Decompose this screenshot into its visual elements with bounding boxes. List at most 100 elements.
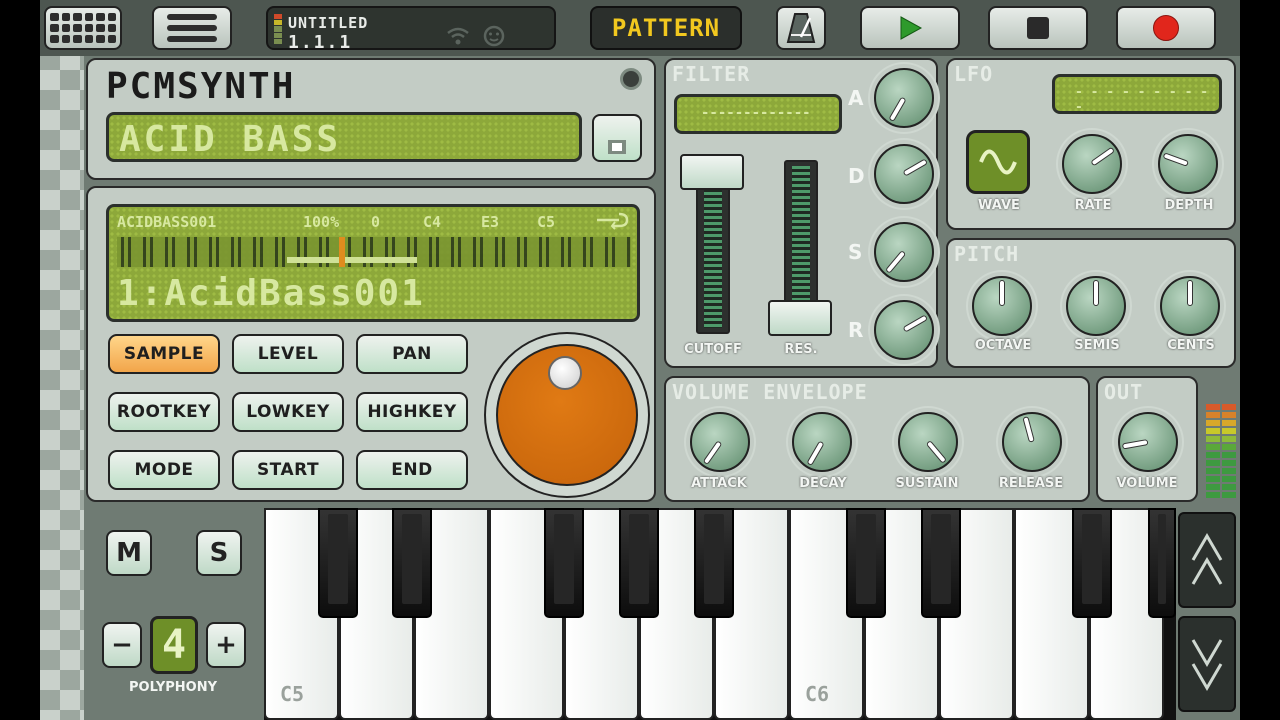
key-label-c6: C6: [805, 682, 830, 706]
out-panel: OUT VOLUME: [1096, 376, 1198, 502]
pitch-title: PITCH: [954, 242, 1020, 266]
pattern-button[interactable]: PATTERN: [590, 6, 742, 50]
cutoff-slider-thumb[interactable]: [680, 154, 744, 190]
floppy-disk-icon: [608, 140, 626, 154]
filter-sustain-knob[interactable]: [874, 222, 934, 282]
sine-wave-icon: [979, 149, 1017, 175]
menu-button[interactable]: [152, 6, 232, 50]
rack-grid-button[interactable]: [44, 6, 122, 50]
polyphony-minus-button[interactable]: −: [102, 622, 142, 668]
black-key-c#5[interactable]: [318, 508, 358, 618]
sample-big-name: 1:AcidBass001: [117, 273, 425, 314]
end-button[interactable]: END: [356, 450, 468, 490]
lowkey-button[interactable]: LOWKEY: [232, 392, 344, 432]
pan-button[interactable]: PAN: [356, 334, 468, 374]
song-status[interactable]: UNTITLED 1.1.1: [266, 6, 556, 53]
rate-label: RATE: [1074, 198, 1112, 213]
pcmsynth-app: UNTITLED 1.1.1 PATTERN PCMSYNTH ACID BAS…: [40, 0, 1240, 720]
cents-knob[interactable]: [1160, 276, 1220, 336]
wifi-icon: [446, 26, 470, 51]
black-key-g#6[interactable]: [1148, 508, 1176, 618]
filter-decay-knob[interactable]: [874, 144, 934, 204]
rootkey-button[interactable]: ROOTKEY: [108, 392, 220, 432]
grid-icon: [50, 13, 116, 43]
output-vu-meter: [1206, 404, 1236, 498]
sustain-knob[interactable]: [898, 412, 958, 472]
lfo-rate-knob[interactable]: [1062, 134, 1122, 194]
power-led-icon: [620, 68, 642, 90]
release-knob[interactable]: [1002, 412, 1062, 472]
lfo-depth-knob[interactable]: [1158, 134, 1218, 194]
wave-label: WAVE: [978, 198, 1020, 213]
double-chevron-down-icon: [1191, 639, 1223, 691]
lfo-title: LFO: [954, 62, 994, 86]
black-key-c#6[interactable]: [846, 508, 886, 618]
filter-lcd[interactable]: -------------: [674, 94, 842, 134]
octave-down-button[interactable]: [1178, 616, 1236, 712]
loop-icon: [595, 210, 631, 234]
metronome-button[interactable]: [776, 6, 826, 50]
preset-lcd[interactable]: ACID BASS: [106, 112, 582, 162]
volume-knob[interactable]: [1118, 412, 1178, 472]
sample-level: 100%: [303, 213, 340, 231]
top-bar: UNTITLED 1.1.1 PATTERN: [40, 0, 1240, 56]
play-button[interactable]: [860, 6, 960, 50]
start-button[interactable]: START: [232, 450, 344, 490]
solo-button[interactable]: S: [196, 530, 242, 576]
root-key-marker: [339, 237, 345, 267]
lfo-lcd[interactable]: - - - - - - - - - -: [1052, 74, 1222, 115]
highkey-button[interactable]: HIGHKEY: [356, 392, 468, 432]
sample-lcd[interactable]: ACIDBASS001 100% 0 C4 E3 C5 1:AcidBass00…: [106, 204, 640, 322]
depth-label: DEPTH: [1164, 198, 1214, 213]
semis-knob[interactable]: [1066, 276, 1126, 336]
cutoff-slider-track[interactable]: [696, 168, 730, 334]
octave-label: OCTAVE: [974, 338, 1032, 353]
stop-icon: [1027, 17, 1049, 39]
octave-up-button[interactable]: [1178, 512, 1236, 608]
black-key-a#5[interactable]: [694, 508, 734, 618]
black-key-g#5[interactable]: [619, 508, 659, 618]
attack-knob[interactable]: [690, 412, 750, 472]
mute-button[interactable]: M: [106, 530, 152, 576]
polyphony-label: POLYPHONY: [128, 680, 217, 695]
level-button[interactable]: LEVEL: [232, 334, 344, 374]
key-range-highlight: [287, 257, 417, 263]
black-key-f#5[interactable]: [544, 508, 584, 618]
stop-button[interactable]: [988, 6, 1088, 50]
black-key-d#5[interactable]: [392, 508, 432, 618]
polyphony-plus-button[interactable]: +: [206, 622, 246, 668]
out-title: OUT: [1104, 380, 1144, 404]
record-icon: [1153, 15, 1179, 41]
save-preset-button[interactable]: [592, 114, 642, 162]
sample-button[interactable]: SAMPLE: [108, 334, 220, 374]
metronome-icon: [786, 13, 816, 43]
decay-knob[interactable]: [792, 412, 852, 472]
black-key-d#6[interactable]: [921, 508, 961, 618]
level-meter-icon: [274, 14, 282, 45]
pitch-panel: PITCH OCTAVE SEMIS CENTS: [946, 238, 1236, 368]
sustain-letter: S: [848, 240, 863, 264]
mode-button[interactable]: MODE: [108, 450, 220, 490]
volume-label: VOLUME: [1116, 476, 1178, 491]
resonance-slider-thumb[interactable]: [768, 300, 832, 336]
filter-release-knob[interactable]: [874, 300, 934, 360]
lfo-panel: LFO - - - - - - - - - - WAVE RATE DEPTH: [946, 58, 1236, 230]
release-letter: R: [848, 318, 864, 342]
semis-label: SEMIS: [1074, 338, 1120, 353]
record-button[interactable]: [1116, 6, 1216, 50]
xy-pad[interactable]: [496, 344, 638, 486]
sample-rootkey: C4: [423, 213, 442, 231]
wave-button[interactable]: [966, 130, 1030, 194]
xy-pad-handle[interactable]: [548, 356, 582, 390]
sample-panel: ACIDBASS001 100% 0 C4 E3 C5 1:AcidBass00…: [86, 186, 656, 502]
filter-attack-knob[interactable]: [874, 68, 934, 128]
lfo-lcd-text: - - - - - - - - - -: [1075, 85, 1209, 115]
key-label-c5: C5: [280, 682, 305, 706]
hamburger-icon: [167, 14, 217, 42]
preset-panel: PCMSYNTH ACID BASS: [86, 58, 656, 180]
octave-knob[interactable]: [972, 276, 1032, 336]
black-key-f#6[interactable]: [1072, 508, 1112, 618]
piano-keyboard: C5 C6: [264, 508, 1176, 720]
attack-label: ATTACK: [691, 476, 747, 491]
double-chevron-up-icon: [1191, 533, 1223, 585]
